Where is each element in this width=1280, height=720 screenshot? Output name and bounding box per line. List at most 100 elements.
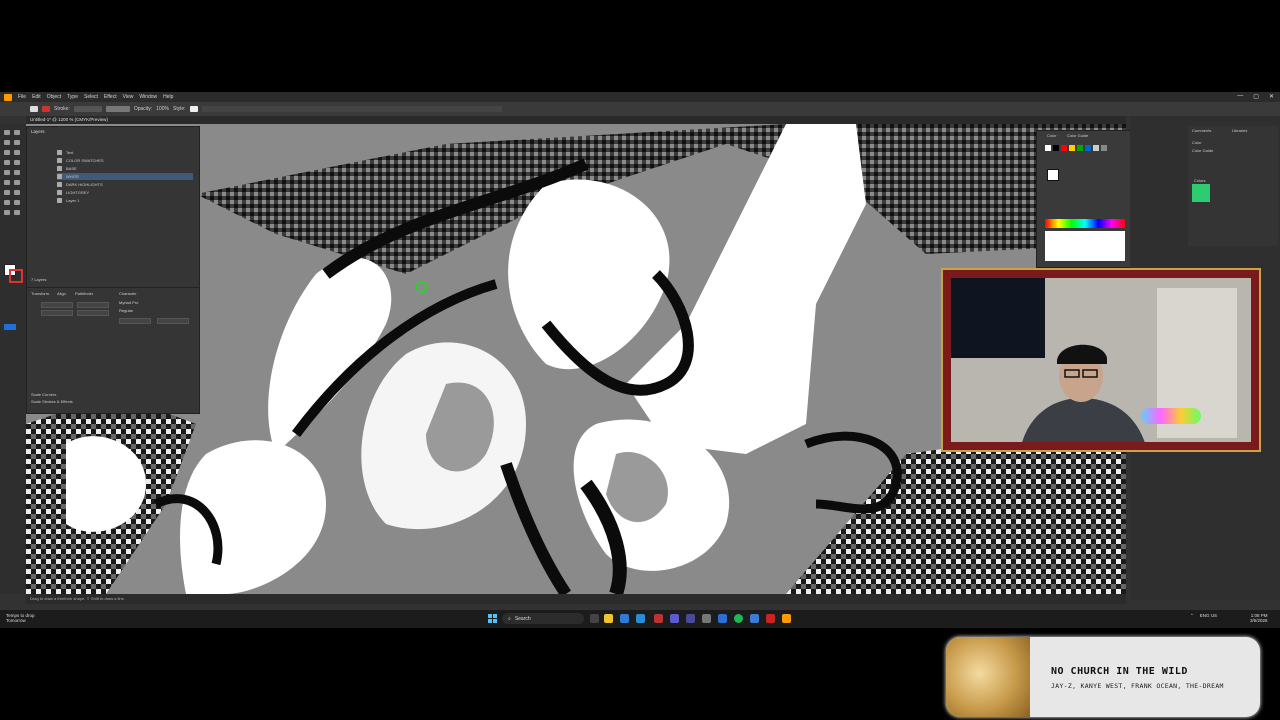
system-tray: ⌃ ENG US bbox=[1190, 613, 1217, 619]
illustrator-taskbar-icon[interactable] bbox=[782, 614, 791, 623]
tray-chevron-icon[interactable]: ⌃ bbox=[1190, 613, 1194, 619]
fill-color-icon[interactable] bbox=[1047, 169, 1059, 181]
menu-object[interactable]: Object bbox=[47, 94, 61, 100]
pen-tool-icon[interactable] bbox=[4, 140, 10, 145]
start-button[interactable] bbox=[488, 614, 497, 623]
variable-width-profile[interactable] bbox=[105, 106, 130, 112]
store-icon[interactable] bbox=[620, 614, 629, 623]
stroke-swatch[interactable] bbox=[42, 106, 50, 112]
type-tool-icon[interactable] bbox=[4, 150, 10, 155]
draw-mode-icon[interactable] bbox=[4, 324, 16, 330]
color-swatch[interactable] bbox=[1101, 145, 1107, 151]
width-field[interactable] bbox=[77, 302, 109, 308]
menu-window[interactable]: Window bbox=[139, 94, 157, 100]
menu-view[interactable]: View bbox=[123, 94, 134, 100]
language-indicator[interactable]: ENG US bbox=[1200, 613, 1217, 619]
taskbar-search[interactable]: ⌕ Search bbox=[502, 613, 584, 624]
stroke-color-icon[interactable] bbox=[9, 269, 23, 283]
color-swatch[interactable] bbox=[1061, 145, 1067, 151]
leading-field[interactable] bbox=[157, 318, 189, 324]
tab-align[interactable]: Align bbox=[57, 291, 66, 296]
color-swatch[interactable] bbox=[1053, 145, 1059, 151]
layer-name: WHITE bbox=[66, 174, 79, 179]
spotify-icon[interactable] bbox=[734, 614, 743, 623]
settings-icon[interactable] bbox=[702, 614, 711, 623]
app-icon[interactable] bbox=[686, 614, 695, 623]
library-item[interactable]: Color bbox=[1192, 140, 1202, 145]
layer-row[interactable]: Layer 1 bbox=[57, 197, 193, 204]
hand-tool-icon[interactable] bbox=[4, 210, 10, 215]
edge-icon[interactable] bbox=[636, 614, 645, 623]
scale-strokes-checkbox[interactable]: Scale Strokes & Effects bbox=[31, 399, 73, 404]
menu-edit[interactable]: Edit bbox=[32, 94, 41, 100]
tab-color[interactable]: Color bbox=[1047, 133, 1057, 138]
file-explorer-icon[interactable] bbox=[604, 614, 613, 623]
color-swatch[interactable] bbox=[1069, 145, 1075, 151]
color-swatch[interactable] bbox=[1085, 145, 1091, 151]
document-tab[interactable]: Untitled-1* @ 1200 % (CMYK/Preview) bbox=[30, 117, 108, 122]
app-icon[interactable] bbox=[750, 614, 759, 623]
shape-builder-tool-icon[interactable] bbox=[14, 190, 20, 195]
gradient-tool-icon[interactable] bbox=[4, 200, 10, 205]
layer-row[interactable]: Text bbox=[57, 149, 193, 156]
maximize-icon[interactable]: ▢ bbox=[1253, 93, 1259, 100]
selection-tool-icon[interactable] bbox=[4, 130, 10, 135]
font-family-select[interactable]: Myriad Pro bbox=[119, 300, 138, 305]
graphic-style-swatch[interactable] bbox=[189, 106, 198, 112]
layer-row[interactable]: BASE bbox=[57, 165, 193, 172]
pencil-tool-icon[interactable] bbox=[4, 170, 10, 175]
opacity-value[interactable]: 100% bbox=[156, 106, 169, 112]
zoom-tool-icon[interactable] bbox=[14, 210, 20, 215]
app-icon[interactable] bbox=[654, 614, 663, 623]
tab-transform[interactable]: Transform bbox=[31, 291, 49, 296]
curvature-tool-icon[interactable] bbox=[14, 140, 20, 145]
menu-help[interactable]: Help bbox=[163, 94, 173, 100]
clock[interactable]: 1:08 PM 3/5/2026 bbox=[1250, 613, 1268, 623]
stroke-weight-field[interactable] bbox=[73, 106, 102, 112]
layer-row-selected[interactable]: WHITE bbox=[57, 173, 193, 180]
app-icon[interactable] bbox=[766, 614, 775, 623]
library-color-swatch[interactable] bbox=[1192, 184, 1210, 202]
color-swatch[interactable] bbox=[1077, 145, 1083, 151]
tab-libraries[interactable]: Libraries bbox=[1232, 128, 1247, 133]
rotate-tool-icon[interactable] bbox=[4, 180, 10, 185]
direct-selection-tool-icon[interactable] bbox=[14, 130, 20, 135]
height-field[interactable] bbox=[77, 310, 109, 316]
close-icon[interactable]: ✕ bbox=[1269, 93, 1274, 100]
weather-widget[interactable]: Temps to drop Tomorrow bbox=[6, 613, 35, 623]
paintbrush-tool-icon[interactable] bbox=[14, 160, 20, 165]
fill-swatch[interactable] bbox=[30, 106, 38, 112]
layer-row[interactable]: COLOR SWATCHES bbox=[57, 157, 193, 164]
task-view-icon[interactable] bbox=[590, 614, 599, 623]
y-field[interactable] bbox=[41, 310, 73, 316]
color-swatch[interactable] bbox=[1045, 145, 1051, 151]
layer-row[interactable]: DARK HIGHLIGHTS bbox=[57, 181, 193, 188]
line-tool-icon[interactable] bbox=[14, 150, 20, 155]
menu-type[interactable]: Type bbox=[67, 94, 78, 100]
rectangle-tool-icon[interactable] bbox=[4, 160, 10, 165]
menu-select[interactable]: Select bbox=[84, 94, 98, 100]
layer-row[interactable]: LIGHTGREY bbox=[57, 189, 193, 196]
color-swatch[interactable] bbox=[1093, 145, 1099, 151]
swatch-row bbox=[1045, 145, 1107, 151]
width-tool-icon[interactable] bbox=[4, 190, 10, 195]
discord-icon[interactable] bbox=[670, 614, 679, 623]
scale-tool-icon[interactable] bbox=[14, 180, 20, 185]
tab-character[interactable]: Character bbox=[119, 291, 137, 296]
font-size-field[interactable] bbox=[119, 318, 151, 324]
tab-comments[interactable]: Comments bbox=[1192, 128, 1211, 133]
menu-effect[interactable]: Effect bbox=[104, 94, 117, 100]
minimize-icon[interactable]: — bbox=[1237, 93, 1243, 100]
app-icon[interactable] bbox=[718, 614, 727, 623]
font-style-select[interactable]: Regular bbox=[119, 308, 133, 313]
tab-color-guide[interactable]: Color Guide bbox=[1067, 133, 1088, 138]
align-transform-controls[interactable] bbox=[201, 106, 502, 112]
tab-pathfinder[interactable]: Pathfinder bbox=[75, 291, 93, 296]
x-field[interactable] bbox=[41, 302, 73, 308]
scale-corners-checkbox[interactable]: Scale Corners bbox=[31, 392, 56, 397]
eraser-tool-icon[interactable] bbox=[14, 170, 20, 175]
menu-file[interactable]: File bbox=[18, 94, 26, 100]
color-spectrum[interactable] bbox=[1045, 219, 1125, 228]
eyedropper-tool-icon[interactable] bbox=[14, 200, 20, 205]
library-item[interactable]: Color Guide bbox=[1192, 148, 1213, 153]
